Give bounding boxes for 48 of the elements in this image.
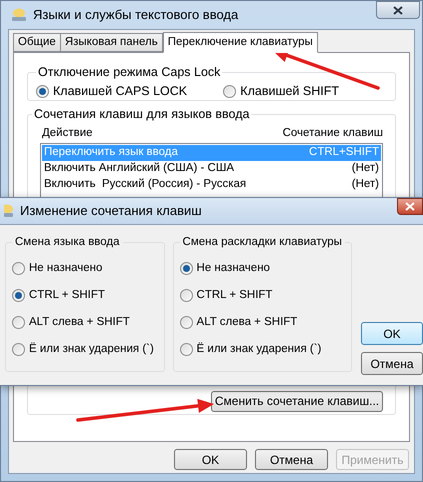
radio-button[interactable] <box>180 316 193 329</box>
radio-label: CTRL + SHIFT <box>196 288 272 303</box>
dialog-button[interactable]: OK <box>174 449 247 470</box>
radio-label: Не назначено <box>29 260 102 276</box>
action-text: Включить Русский (Россия) - Русская <box>44 177 246 192</box>
tab[interactable]: Языковая панель <box>60 33 163 52</box>
radio-label: ALT слева + SHIFT <box>196 314 298 330</box>
close-icon <box>405 202 415 211</box>
column-header: Действие <box>42 126 93 141</box>
group-title: Отключение режима Caps Lock <box>37 64 222 81</box>
keys-text: CTRL+SHIFT <box>309 145 379 160</box>
radio-button[interactable] <box>12 316 25 329</box>
dialog-title: Изменение сочетания клавиш <box>20 202 202 220</box>
radio-button[interactable] <box>180 342 193 356</box>
radio-button[interactable] <box>180 262 193 275</box>
close-button[interactable] <box>376 1 420 19</box>
list-row[interactable]: Включить Русский (Россия) - Русская (Нет) <box>42 176 381 193</box>
keys-text: (Нет) <box>352 177 379 192</box>
radio-label: Не назначено <box>196 260 270 276</box>
radio-label: CTRL + SHIFT <box>29 288 105 303</box>
radio-button[interactable] <box>36 84 49 98</box>
radio-button[interactable] <box>180 288 193 302</box>
keys-text: (Нет) <box>352 161 379 176</box>
radio-button[interactable] <box>12 342 25 356</box>
close-icon <box>393 6 403 14</box>
group-title: Смена раскладки клавиатуры <box>182 235 343 250</box>
radio-label: Клавишей SHIFT <box>240 82 339 100</box>
dialog-button[interactable]: Отмена <box>361 352 423 375</box>
action-text: Включить Английский (США) - США <box>44 161 234 176</box>
radio-label: Клавишей CAPS LOCK <box>53 82 188 100</box>
column-header: Сочетание клавиш <box>282 126 383 141</box>
radio-label: Ё или знак ударения (`) <box>196 341 322 357</box>
tab[interactable]: Общие <box>13 33 61 52</box>
radio-button[interactable] <box>223 84 236 98</box>
dialog-button[interactable]: OK <box>361 322 423 345</box>
radio-button[interactable] <box>12 262 25 275</box>
radio-button[interactable] <box>12 288 25 302</box>
radio-label: Ё или знак ударения (`) <box>29 341 154 357</box>
window-title: Языки и службы текстового ввода <box>33 6 238 24</box>
dialog-button[interactable]: Отмена <box>255 449 328 470</box>
group-title: Сочетания клавиш для языков ввода <box>33 106 250 123</box>
tab[interactable]: Переключение клавиатуры <box>162 32 318 53</box>
close-button[interactable] <box>397 198 423 215</box>
change-hotkey-button[interactable]: Сменить сочетание клавиш... <box>211 390 383 412</box>
radio-label: ALT слева + SHIFT <box>29 314 130 330</box>
list-row[interactable]: Включить Английский (США) - США (Нет) <box>42 160 381 177</box>
action-text: Переключить язык ввода <box>44 145 178 160</box>
group-title: Смена языка ввода <box>14 235 121 250</box>
